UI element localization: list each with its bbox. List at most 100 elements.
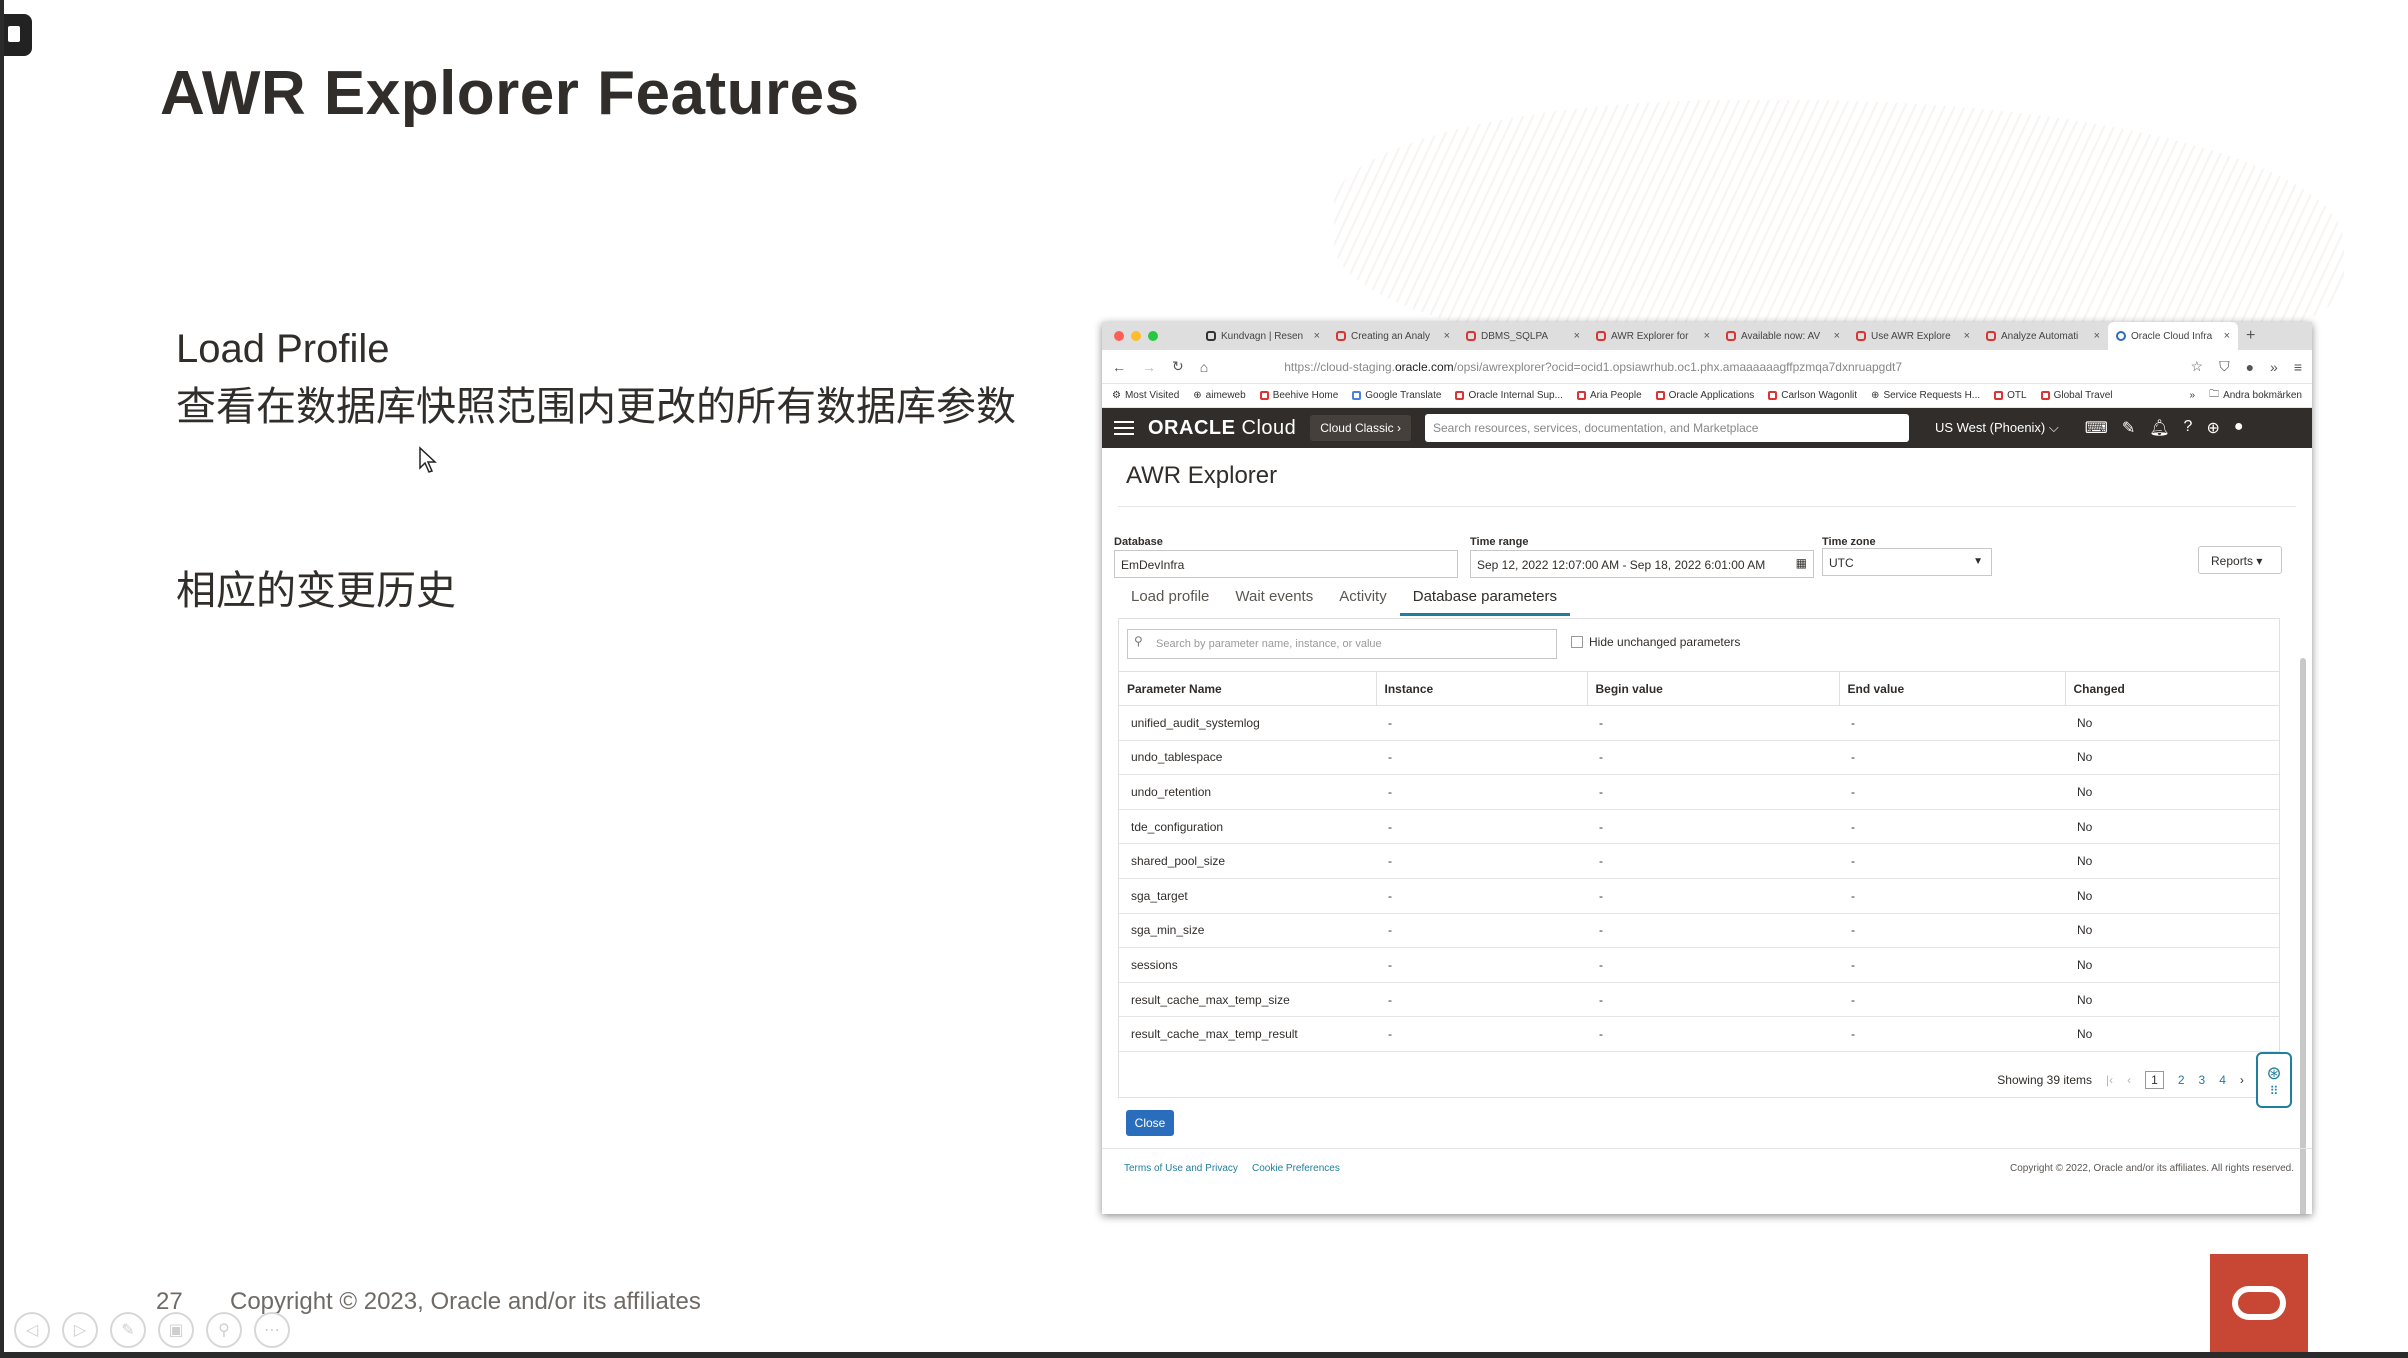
pen-icon[interactable]: ✎	[110, 1312, 146, 1348]
table-row[interactable]: sessions - - - No	[1119, 947, 2279, 983]
hamburger-menu-icon[interactable]	[1114, 421, 1134, 435]
bookmark-item[interactable]: ⊕ aimeweb	[1193, 390, 1245, 401]
close-button[interactable]: Close	[1126, 1110, 1174, 1136]
star-icon[interactable]: ☆	[2191, 358, 2204, 375]
browser-tab[interactable]: Creating an Analy ×	[1328, 322, 1458, 350]
browser-tab[interactable]: Available now: AV ×	[1718, 322, 1848, 350]
maximize-window-icon[interactable]	[1148, 331, 1158, 341]
browser-tab[interactable]: Analyze Automati ×	[1978, 322, 2108, 350]
table-row[interactable]: sga_target - - - No	[1119, 878, 2279, 914]
table-row[interactable]: sga_min_size - - - No	[1119, 913, 2279, 949]
time-range-input[interactable]: Sep 12, 2022 12:07:00 AM - Sep 18, 2022 …	[1470, 550, 1814, 578]
page-link[interactable]: 3	[2199, 1073, 2206, 1087]
edit-icon[interactable]: ✎	[2122, 418, 2135, 438]
back-arrow-icon[interactable]: ←	[1112, 359, 1126, 375]
tab-load-profile[interactable]: Load profile	[1118, 584, 1222, 616]
table-row[interactable]: undo_tablespace - - - No	[1119, 740, 2279, 776]
minimize-window-icon[interactable]	[1131, 331, 1141, 341]
close-tab-icon[interactable]: ×	[1314, 330, 1320, 342]
bookmarks-overflow-icon[interactable]: »	[2190, 390, 2196, 401]
page-link[interactable]: 2	[2178, 1073, 2185, 1087]
bookmark-favicon-icon	[1994, 391, 2004, 400]
bookmark-item[interactable]: ⚙ Most Visited	[1112, 390, 1179, 401]
reports-button[interactable]: Reports ▾	[2198, 546, 2282, 574]
bookmark-folder[interactable]: 🗀 Andra bokmärken	[2209, 387, 2302, 404]
zoom-icon[interactable]: ⚲	[206, 1312, 242, 1348]
bookmark-item[interactable]: OTL	[1994, 390, 2027, 401]
parameter-search-input[interactable]: ⚲ Search by parameter name, instance, or…	[1127, 629, 1557, 659]
extension-icon[interactable]: ●	[2246, 359, 2254, 375]
cloud-shell-icon[interactable]: ⌨	[2085, 418, 2108, 438]
browser-tab[interactable]: Kundvagn | Resen ×	[1198, 322, 1328, 350]
user-avatar-icon[interactable]: ●	[2234, 418, 2244, 438]
browser-tab[interactable]: Use AWR Explore ×	[1848, 322, 1978, 350]
bookmark-item[interactable]: Beehive Home	[1259, 390, 1338, 401]
close-tab-icon[interactable]: ×	[1704, 330, 1710, 342]
calendar-icon[interactable]: ▦	[1796, 556, 1807, 570]
first-page-icon[interactable]: |‹	[2106, 1073, 2113, 1087]
terms-link[interactable]: Terms of Use and Privacy	[1124, 1163, 1238, 1174]
close-tab-icon[interactable]: ×	[2224, 330, 2230, 342]
previous-slide-icon[interactable]: ◁	[14, 1312, 50, 1348]
help-lifebuoy-icon[interactable]: ⊛ ⠿	[2256, 1052, 2292, 1108]
bookmark-item[interactable]: Oracle Applications	[1655, 390, 1754, 401]
menu-icon[interactable]: ≡	[2294, 359, 2302, 375]
bookmark-item[interactable]: Aria People	[1576, 390, 1642, 401]
column-header[interactable]: Begin value	[1586, 671, 1839, 706]
table-row[interactable]: result_cache_max_temp_size - - - No	[1119, 982, 2279, 1018]
page-link-current[interactable]: 1	[2145, 1071, 2164, 1089]
table-row[interactable]: tde_configuration - - - No	[1119, 809, 2279, 845]
bookmark-item[interactable]: Global Travel	[2040, 390, 2113, 401]
column-header[interactable]: Changed	[2064, 671, 2279, 706]
close-tab-icon[interactable]: ×	[1574, 330, 1580, 342]
prev-page-icon[interactable]: ‹	[2127, 1073, 2131, 1087]
hide-unchanged-checkbox[interactable]	[1571, 636, 1583, 648]
hide-unchanged-toggle[interactable]: Hide unchanged parameters	[1571, 635, 1740, 649]
close-tab-icon[interactable]: ×	[2094, 330, 2100, 342]
browser-tab[interactable]: DBMS_SQLPA ×	[1458, 322, 1588, 350]
column-header[interactable]: End value	[1838, 671, 2065, 706]
page-scrollbar[interactable]	[2300, 658, 2306, 1214]
slides-grid-icon[interactable]: ▣	[158, 1312, 194, 1348]
url-input[interactable]: https://cloud-staging.oracle.com/opsi/aw…	[1224, 360, 2174, 374]
table-row[interactable]: unified_audit_systemlog - - - No	[1119, 705, 2279, 741]
next-slide-icon[interactable]: ▷	[62, 1312, 98, 1348]
bookmark-item[interactable]: Carlson Wagonlit	[1768, 390, 1857, 401]
new-tab-button[interactable]: +	[2238, 327, 2255, 345]
overflow-icon[interactable]: »	[2270, 359, 2278, 375]
oracle-cloud-logo[interactable]: ORACLE Cloud	[1148, 417, 1296, 440]
page-link[interactable]: 4	[2219, 1073, 2226, 1087]
region-selector[interactable]: US West (Phoenix) ⌵	[1935, 420, 2059, 436]
time-zone-select[interactable]: UTC ▼	[1822, 548, 1992, 576]
column-header[interactable]: Instance	[1375, 671, 1587, 706]
table-row[interactable]: undo_retention - - - No	[1119, 774, 2279, 810]
cookie-preferences-link[interactable]: Cookie Preferences	[1252, 1163, 1340, 1174]
bookmark-item[interactable]: Oracle Internal Sup...	[1455, 390, 1563, 401]
database-select[interactable]: EmDevInfra	[1114, 550, 1458, 578]
more-options-icon[interactable]: ⋯	[254, 1312, 290, 1348]
cloud-classic-button[interactable]: Cloud Classic ›	[1310, 415, 1411, 441]
bookmark-item[interactable]: Google Translate	[1352, 390, 1441, 401]
column-header[interactable]: Parameter Name	[1119, 671, 1376, 706]
close-tab-icon[interactable]: ×	[1964, 330, 1970, 342]
next-page-icon[interactable]: ›	[2240, 1073, 2244, 1087]
close-tab-icon[interactable]: ×	[1834, 330, 1840, 342]
help-icon[interactable]: ?	[2184, 418, 2193, 438]
browser-tab[interactable]: AWR Explorer for ×	[1588, 322, 1718, 350]
language-globe-icon[interactable]: ⊕	[2206, 418, 2219, 438]
console-search-input[interactable]: Search resources, services, documentatio…	[1424, 414, 1909, 442]
tab-wait-events[interactable]: Wait events	[1222, 584, 1326, 616]
home-icon[interactable]: ⌂	[1200, 359, 1208, 375]
tab-database-parameters[interactable]: Database parameters	[1399, 584, 1570, 616]
table-row[interactable]: result_cache_max_temp_result - - - No	[1119, 1016, 2279, 1052]
browser-tab-active[interactable]: Oracle Cloud Infra ×	[2108, 322, 2238, 350]
reload-icon[interactable]: ↻	[1172, 358, 1184, 375]
bell-icon[interactable]: 🔔︎	[2149, 418, 2169, 438]
close-tab-icon[interactable]: ×	[1444, 330, 1450, 342]
table-row[interactable]: shared_pool_size - - - No	[1119, 843, 2279, 879]
pocket-icon[interactable]: ⛉	[2219, 358, 2230, 375]
tab-activity[interactable]: Activity	[1326, 584, 1400, 616]
bookmark-item[interactable]: ⊕ Service Requests H...	[1871, 390, 1980, 401]
close-window-icon[interactable]	[1114, 331, 1124, 341]
forward-arrow-icon[interactable]: →	[1142, 359, 1156, 375]
